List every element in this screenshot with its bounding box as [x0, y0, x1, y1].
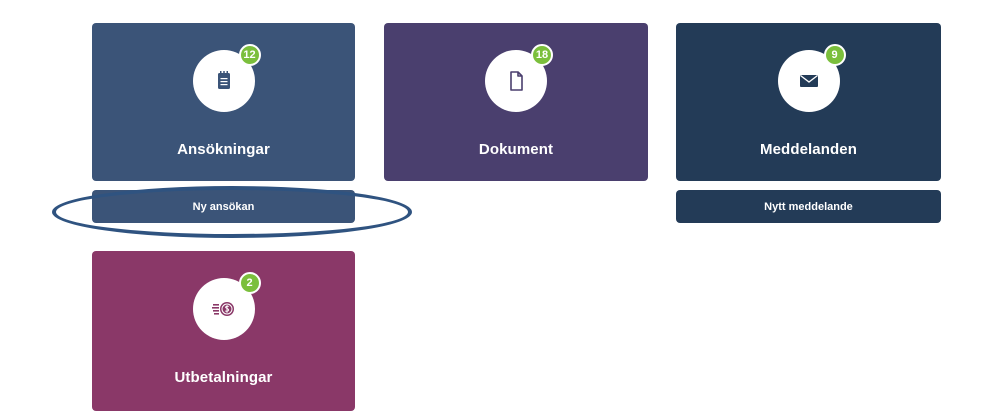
tile-title-utbetalningar: Utbetalningar: [174, 369, 273, 386]
document-icon: [510, 71, 523, 91]
tile-ansokningar[interactable]: 12 Ansökningar: [92, 23, 355, 181]
dokument-count-badge: 18: [531, 44, 553, 66]
tile-title-dokument: Dokument: [478, 141, 554, 158]
tile-dokument[interactable]: 18 Dokument: [384, 23, 648, 181]
tile-title-ansokningar: Ansökningar: [177, 141, 270, 158]
meddelanden-count-badge: 9: [823, 44, 846, 66]
envelope-icon: [799, 74, 818, 87]
ansokningar-icon-circle: 12: [192, 44, 261, 112]
dokument-icon-circle: 18: [485, 44, 553, 112]
tile-title-meddelanden: Meddelanden: [760, 141, 857, 158]
notepad-icon: [217, 71, 230, 89]
new-application-button[interactable]: Ny ansökan: [92, 190, 355, 223]
utbetalningar-count-badge: 2: [238, 272, 261, 294]
utbetalningar-icon-circle: 2: [192, 272, 261, 340]
tile-meddelanden[interactable]: 9 Meddelanden: [676, 23, 941, 181]
meddelanden-icon-circle: 9: [777, 44, 846, 112]
tile-utbetalningar[interactable]: 2 Utbetalningar: [92, 251, 355, 411]
ansokningar-count-badge: 12: [238, 44, 261, 66]
money-icon: [211, 302, 234, 316]
new-message-button[interactable]: Nytt meddelande: [676, 190, 941, 223]
